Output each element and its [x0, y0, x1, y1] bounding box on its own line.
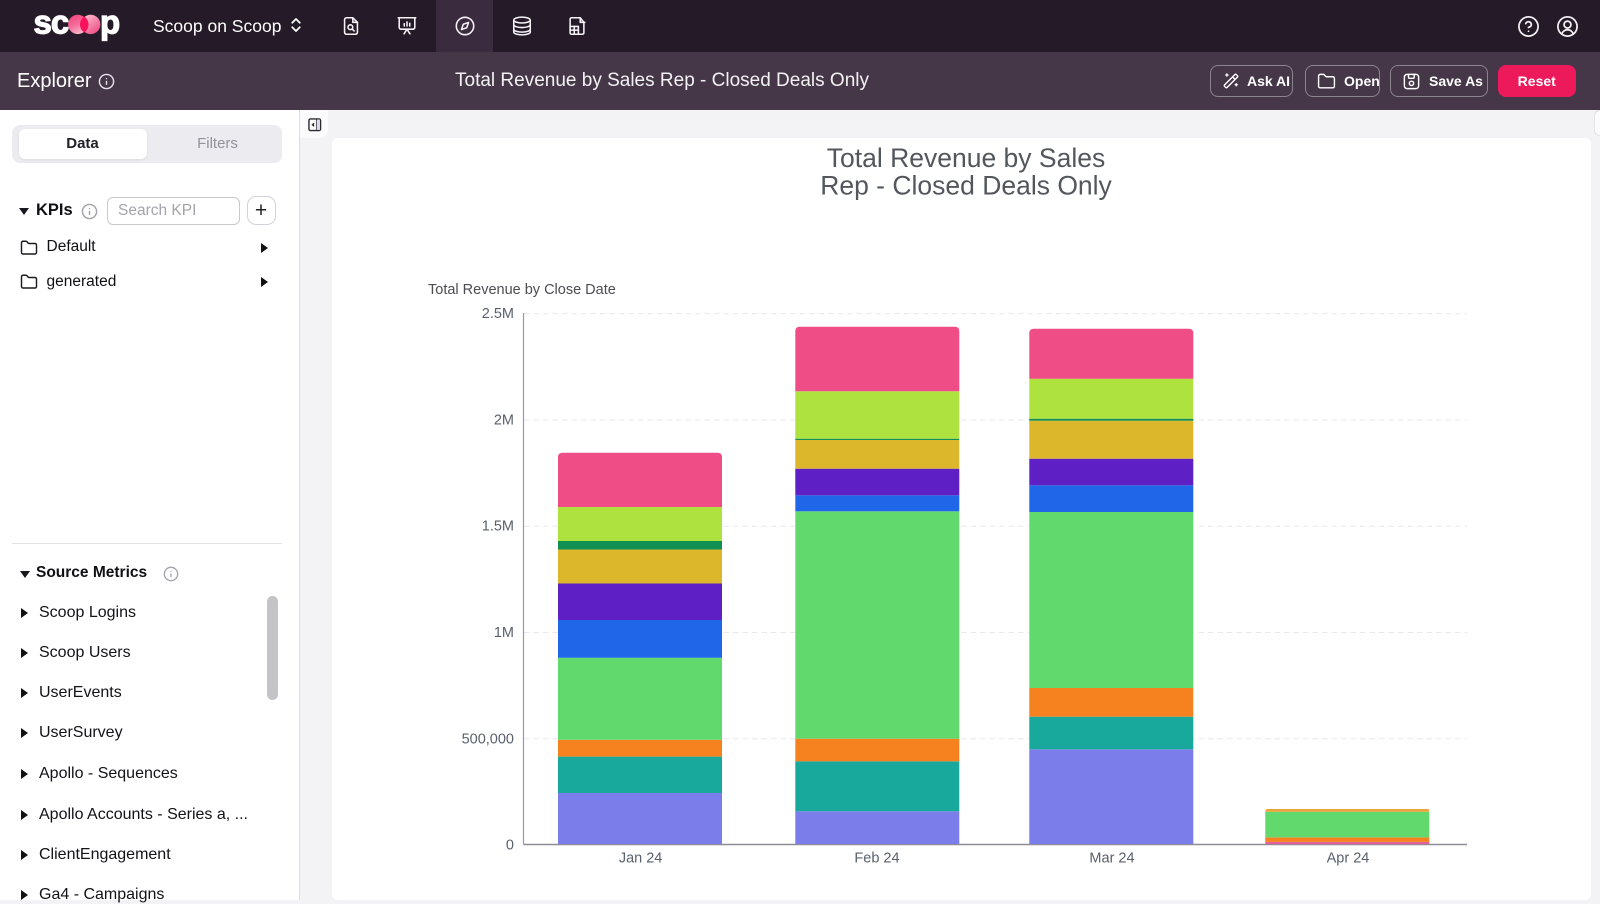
svg-text:Jan 24: Jan 24 [619, 851, 663, 867]
svg-text:1.5M: 1.5M [482, 519, 514, 535]
svg-text:Total Revenue by Sales: Total Revenue by Sales [827, 143, 1105, 173]
svg-text:500,000: 500,000 [462, 731, 514, 747]
svg-text:Feb 24: Feb 24 [854, 851, 899, 867]
svg-text:Apr 24: Apr 24 [1327, 851, 1370, 867]
svg-text:Rep - Closed Deals Only: Rep - Closed Deals Only [820, 171, 1112, 201]
svg-text:Mar 24: Mar 24 [1089, 851, 1134, 867]
svg-text:Total Revenue by Close Date: Total Revenue by Close Date [428, 282, 616, 298]
svg-text:0: 0 [506, 838, 514, 854]
svg-text:2M: 2M [494, 412, 514, 428]
svg-text:1M: 1M [494, 625, 514, 641]
svg-text:2.5M: 2.5M [482, 306, 514, 322]
